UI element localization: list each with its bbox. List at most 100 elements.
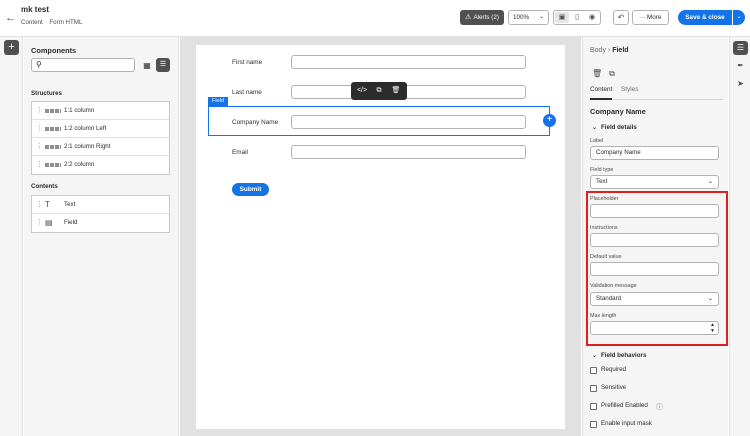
drag-handle-icon: ⋮: [36, 107, 43, 114]
max-length-label: Max length: [590, 313, 617, 319]
checkbox-box[interactable]: [590, 367, 597, 374]
code-icon[interactable]: </>: [356, 85, 368, 97]
checkbox-box[interactable]: [590, 385, 597, 392]
field-type-select[interactable]: Text ⌄: [590, 175, 719, 189]
contents-list: ⋮ T Text ⋮ ▤ Field: [31, 195, 170, 233]
email-label: Email: [232, 149, 248, 156]
add-below-icon[interactable]: +: [543, 114, 556, 127]
field-behaviors-toggle[interactable]: ⌄ Field behaviors: [592, 352, 646, 359]
field-details-label: Field details: [601, 124, 637, 131]
validation-message-select[interactable]: Standard ⌄: [590, 292, 719, 306]
content-item-text[interactable]: ⋮ T Text: [32, 196, 169, 214]
trash-icon[interactable]: 🗑: [390, 85, 402, 97]
alerts-button[interactable]: ⚠ Alerts (2): [460, 10, 504, 25]
properties-panel: Body › Field 🗑 ⧉ Content Styles Company …: [582, 37, 728, 436]
breadcrumb-item-content[interactable]: Content: [21, 19, 43, 26]
settings-sliders-icon[interactable]: ☰: [733, 41, 748, 55]
label-input[interactable]: Company Name: [590, 146, 719, 160]
last-name-input[interactable]: [291, 85, 526, 99]
list-view-icon[interactable]: ☰: [156, 58, 170, 72]
field-type-label: Field type: [590, 167, 614, 173]
trash-icon[interactable]: 🗑: [592, 69, 602, 79]
plus-icon: +: [8, 41, 15, 53]
structure-item[interactable]: ⋮ 1:2 column Left: [32, 120, 169, 138]
chevron-down-icon: ⌄: [592, 125, 598, 131]
submit-button[interactable]: Submit: [232, 183, 269, 196]
structure-item[interactable]: ⋮ 2:1 column Right: [32, 138, 169, 156]
structures-list: ⋮ 1:1 column ⋮ 1:2 column Left ⋮ 2:1 column…: [31, 101, 170, 175]
field-icon: ▤: [45, 218, 53, 227]
max-length-input[interactable]: ▲ ▼: [590, 321, 719, 335]
more-label: More: [647, 14, 662, 21]
component-search-input[interactable]: ⚲: [31, 58, 135, 72]
structure-item[interactable]: ⋮ 1:1 column: [32, 102, 169, 120]
zoom-select[interactable]: 100% ⌄: [508, 10, 549, 25]
duplicate-icon[interactable]: ⧉: [373, 85, 385, 97]
last-name-label: Last name: [232, 89, 262, 96]
info-icon[interactable]: ⓘ: [656, 402, 663, 412]
properties-breadcrumb: Body › Field: [590, 47, 629, 54]
grid-view-icon[interactable]: ▦: [141, 60, 153, 72]
breadcrumb-item-form-html[interactable]: Form HTML: [49, 19, 82, 26]
checkbox-box[interactable]: [590, 421, 597, 428]
stepper-icon[interactable]: ▲ ▼: [710, 322, 715, 334]
content-label: Text: [64, 201, 76, 208]
validation-message-value: Standard: [596, 295, 622, 302]
structures-label: Structures: [31, 90, 62, 97]
chevron-down-icon: ⌄: [538, 14, 544, 20]
page-title: mk test: [21, 5, 50, 14]
column-layout-icon: [45, 163, 61, 167]
preview-eye-icon[interactable]: ◉: [585, 12, 599, 23]
text-icon: T: [45, 200, 50, 209]
zoom-value: 100%: [513, 14, 530, 21]
left-rail: +: [0, 37, 23, 436]
chevron-down-icon: ⌄: [707, 179, 713, 185]
components-panel: Components ⚲ ▦ ☰ Structures ⋮ 1:1 column …: [24, 37, 179, 436]
field-details-toggle[interactable]: ⌄ Field details: [592, 124, 637, 131]
save-close-button[interactable]: Save & close: [678, 10, 732, 25]
content-item-field[interactable]: ⋮ ▤ Field: [32, 214, 169, 232]
save-options-button[interactable]: ⌄: [733, 10, 745, 25]
duplicate-icon[interactable]: ⧉: [607, 69, 617, 79]
back-arrow-icon[interactable]: ←: [5, 12, 17, 24]
placeholder-input[interactable]: [590, 204, 719, 218]
structure-label: 1:2 column Left: [64, 125, 107, 132]
alert-icon: ⚠: [465, 14, 472, 21]
sensitive-label: Sensitive: [601, 384, 627, 391]
drag-handle-icon: ⋮: [36, 161, 43, 168]
more-icon: ···: [639, 14, 646, 21]
tab-styles[interactable]: Styles: [621, 86, 638, 93]
checkbox-box[interactable]: [590, 403, 597, 410]
form-page: First name Last name </> ⧉ 🗑 Field Compa…: [196, 45, 565, 429]
right-rail: ☰ ✒ ➤: [729, 37, 750, 436]
company-name-input[interactable]: [291, 115, 526, 129]
chevron-down-icon: ⌄: [707, 296, 713, 302]
drag-handle-icon: ⋮: [36, 201, 43, 208]
add-component-button[interactable]: +: [4, 40, 19, 55]
drag-handle-icon: ⋮: [36, 219, 43, 226]
undo-button[interactable]: ↶: [613, 10, 629, 25]
tab-content[interactable]: Content: [590, 86, 612, 93]
breadcrumb: Content Form HTML: [21, 19, 87, 26]
default-value-input[interactable]: [590, 262, 719, 276]
active-tab-indicator: [590, 98, 612, 100]
more-button[interactable]: ··· More: [632, 10, 669, 25]
default-value-label: Default value: [590, 254, 622, 260]
desktop-view-icon[interactable]: ▣: [555, 12, 569, 23]
view-mode-group: ▣ ▯ ◉: [553, 10, 601, 25]
instructions-input[interactable]: [590, 233, 719, 247]
required-label: Required: [601, 366, 627, 373]
app-header: ← mk test Content Form HTML ⚠ Alerts (2)…: [0, 0, 750, 37]
mobile-view-icon[interactable]: ▯: [570, 12, 584, 23]
brush-icon[interactable]: ✒: [733, 59, 748, 73]
drag-handle-icon: ⋮: [36, 125, 43, 132]
first-name-input[interactable]: [291, 55, 526, 69]
field-behaviors-label: Field behaviors: [601, 352, 647, 359]
structure-item[interactable]: ⋮ 2:2 column: [32, 156, 169, 174]
send-icon[interactable]: ➤: [733, 77, 748, 91]
email-input[interactable]: [291, 145, 526, 159]
content-label: Field: [64, 219, 78, 226]
validation-message-label: Validation message: [590, 283, 637, 289]
crumb-root[interactable]: Body: [590, 47, 606, 54]
components-title: Components: [31, 46, 77, 55]
